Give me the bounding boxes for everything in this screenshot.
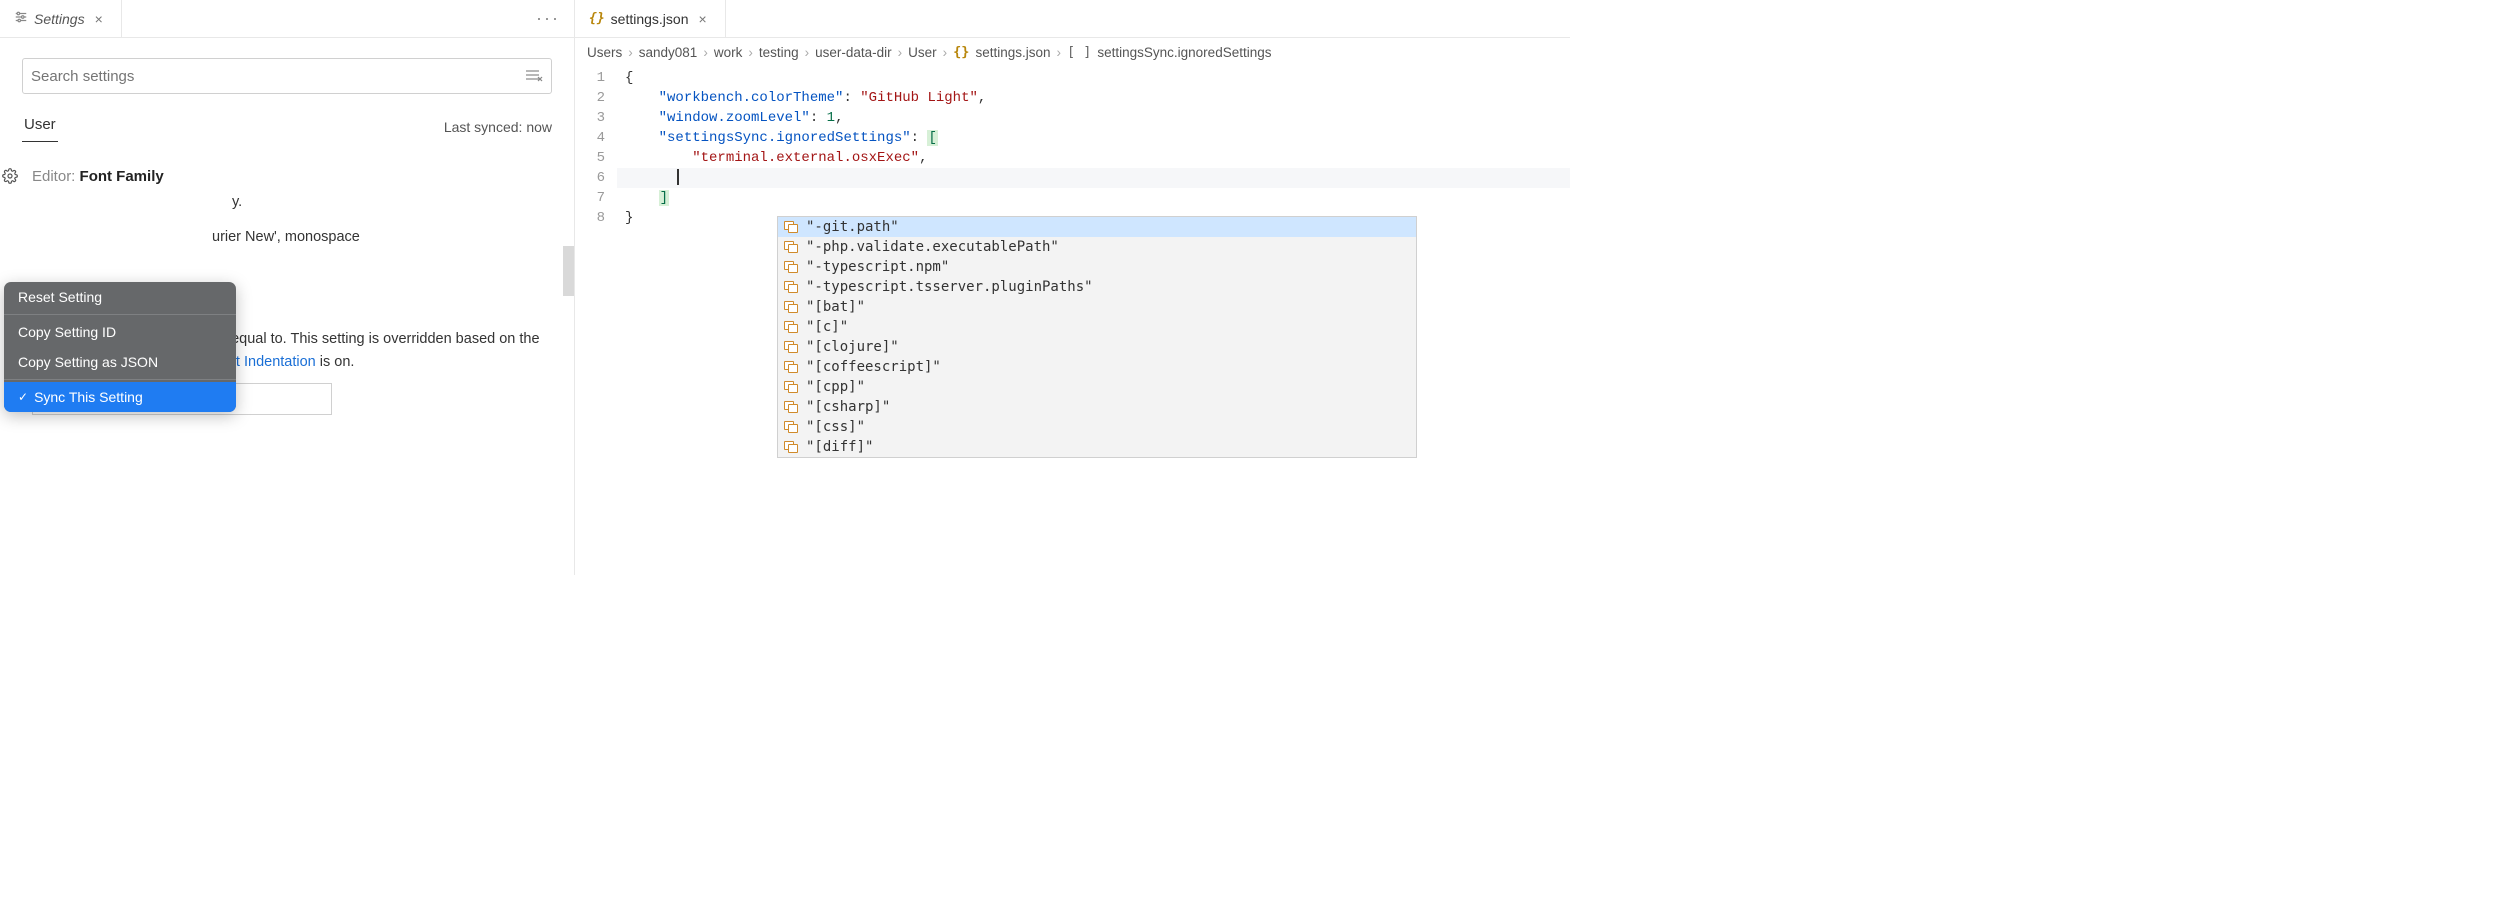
enum-icon [784, 221, 798, 233]
right-tab-row: {} settings.json × [575, 0, 1570, 38]
enum-icon [784, 441, 798, 453]
suggest-widget: "-git.path" "-php.validate.executablePat… [777, 216, 1417, 458]
enum-icon [784, 421, 798, 433]
suggest-item[interactable]: "-php.validate.executablePath" [778, 237, 1416, 257]
suggest-item[interactable]: "[c]" [778, 317, 1416, 337]
gear-icon[interactable] [2, 168, 18, 188]
tab-settings-json[interactable]: {} settings.json × [575, 0, 726, 37]
close-icon[interactable]: × [694, 9, 710, 29]
gutter: 1234 5678 [575, 66, 617, 575]
search-settings-input-wrap[interactable] [22, 58, 552, 94]
suggest-item[interactable]: "[bat]" [778, 297, 1416, 317]
json-icon: {} [589, 11, 605, 26]
ctx-copy-setting-id[interactable]: Copy Setting ID [4, 317, 236, 347]
left-tab-row: Settings × ··· [0, 0, 574, 38]
clear-search-icon[interactable] [525, 68, 543, 85]
enum-icon [784, 281, 798, 293]
settings-icon [14, 10, 28, 27]
crumb-users[interactable]: Users [587, 45, 622, 60]
ctx-separator [4, 379, 236, 380]
last-synced-label: Last synced: now [444, 119, 552, 135]
ctx-sync-this-setting[interactable]: ✓ Sync This Setting [4, 382, 236, 412]
suggest-item[interactable]: "-typescript.npm" [778, 257, 1416, 277]
crumb-node[interactable]: settingsSync.ignoredSettings [1097, 45, 1271, 60]
crumb-sandy081[interactable]: sandy081 [639, 45, 698, 60]
tab-settings-label: Settings [34, 11, 85, 27]
enum-icon [784, 401, 798, 413]
ctx-reset-setting[interactable]: Reset Setting [4, 282, 236, 312]
check-icon: ✓ [18, 390, 28, 404]
crumb-user-data-dir[interactable]: user-data-dir [815, 45, 892, 60]
tab-settings[interactable]: Settings × [0, 0, 122, 37]
enum-icon [784, 261, 798, 273]
crumb-testing[interactable]: testing [759, 45, 799, 60]
setting-value-font-family: urier New', monospace [212, 229, 552, 245]
suggest-item[interactable]: "-git.path" [778, 217, 1416, 237]
suggest-item[interactable]: "[cpp]" [778, 377, 1416, 397]
close-icon[interactable]: × [91, 9, 107, 29]
suggest-item[interactable]: "[csharp]" [778, 397, 1416, 417]
enum-icon [784, 341, 798, 353]
crumb-work[interactable]: work [714, 45, 743, 60]
setting-desc-font-family: y. [232, 191, 552, 213]
scrollbar-thumb[interactable] [563, 246, 574, 296]
ctx-separator [4, 314, 236, 315]
search-settings-input[interactable] [31, 68, 525, 85]
suggest-item[interactable]: "[diff]" [778, 437, 1416, 457]
suggest-item[interactable]: "[clojure]" [778, 337, 1416, 357]
enum-icon [784, 241, 798, 253]
crumb-user[interactable]: User [908, 45, 937, 60]
tab-settings-json-label: settings.json [611, 11, 689, 27]
array-icon: [ ] [1067, 44, 1091, 60]
suggest-item[interactable]: "[css]" [778, 417, 1416, 437]
json-icon: {} [953, 44, 969, 60]
suggest-item[interactable]: "-typescript.tsserver.pluginPaths" [778, 277, 1416, 297]
text-cursor [677, 169, 679, 185]
code-editor[interactable]: 1234 5678 { "workbench.colorTheme": "Git… [575, 66, 1570, 575]
enum-icon [784, 301, 798, 313]
scope-tab-user[interactable]: User [22, 112, 58, 142]
enum-icon [784, 321, 798, 333]
suggest-item[interactable]: "[coffeescript]" [778, 357, 1416, 377]
crumb-file[interactable]: settings.json [975, 45, 1050, 60]
enum-icon [784, 381, 798, 393]
breadcrumb: Users› sandy081› work› testing› user-dat… [575, 38, 1570, 66]
tab-more-actions[interactable]: ··· [522, 8, 574, 29]
setting-title-font-family: Editor: Font Family [32, 168, 552, 185]
setting-context-menu: Reset Setting Copy Setting ID Copy Setti… [4, 282, 236, 412]
ctx-copy-setting-json[interactable]: Copy Setting as JSON [4, 347, 236, 377]
enum-icon [784, 361, 798, 373]
